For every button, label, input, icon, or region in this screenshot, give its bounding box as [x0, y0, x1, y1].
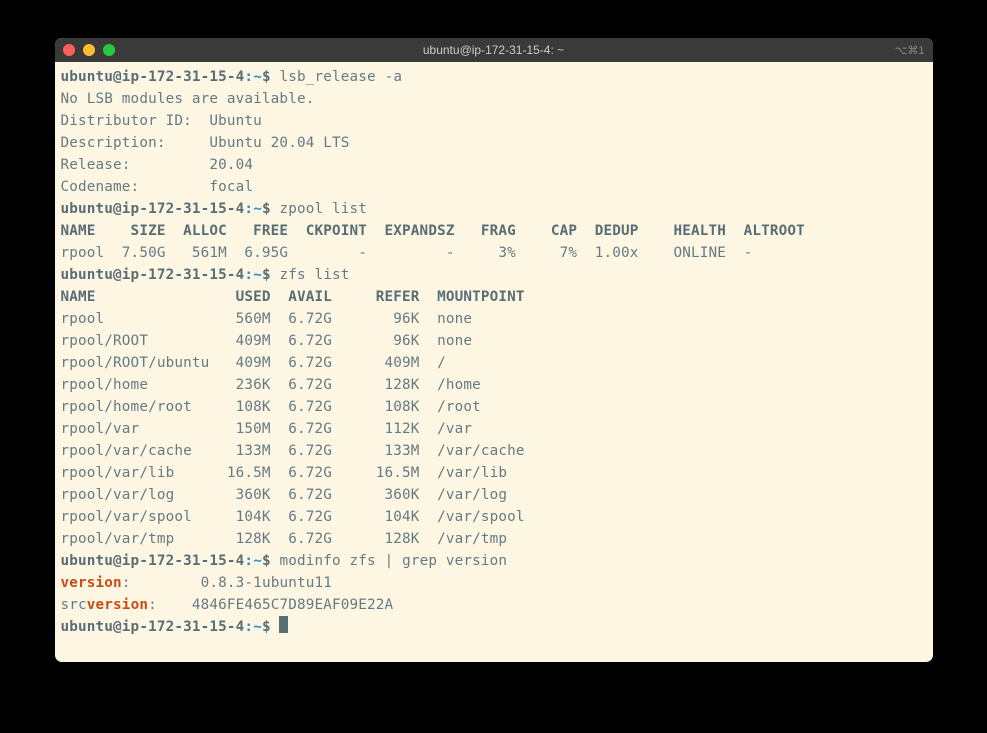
table-row: rpool/var/spool 104K 6.72G 104K /var/spo… [61, 506, 927, 528]
table-row: rpool 560M 6.72G 96K none [61, 308, 927, 330]
table-row: rpool/var/tmp 128K 6.72G 128K /var/tmp [61, 528, 927, 550]
terminal-window: ubuntu@ip-172-31-15-4: ~ ⌥⌘1 ubuntu@ip-1… [55, 38, 933, 662]
table-row: rpool/var/lib 16.5M 6.72G 16.5M /var/lib [61, 462, 927, 484]
window-title: ubuntu@ip-172-31-15-4: ~ [55, 43, 933, 57]
output-line: Distributor ID: Ubuntu [61, 110, 927, 132]
output-line: Codename: focal [61, 176, 927, 198]
table-row: rpool/ROOT 409M 6.72G 96K none [61, 330, 927, 352]
window-shortcut-hint: ⌥⌘1 [895, 44, 925, 57]
traffic-lights [63, 44, 115, 56]
output-line: Release: 20.04 [61, 154, 927, 176]
table-header: NAME USED AVAIL REFER MOUNTPOINT [61, 286, 927, 308]
command-text: lsb_release -a [279, 69, 402, 85]
output-line: Description: Ubuntu 20.04 LTS [61, 132, 927, 154]
prompt-line: ubuntu@ip-172-31-15-4:~$ modinfo zfs | g… [61, 550, 927, 572]
titlebar[interactable]: ubuntu@ip-172-31-15-4: ~ ⌥⌘1 [55, 38, 933, 62]
command-text: modinfo zfs | grep version [279, 553, 507, 569]
terminal-body[interactable]: ubuntu@ip-172-31-15-4:~$ lsb_release -aN… [55, 62, 933, 662]
prompt-line: ubuntu@ip-172-31-15-4:~$ zpool list [61, 198, 927, 220]
prompt-line: ubuntu@ip-172-31-15-4:~$ zfs list [61, 264, 927, 286]
table-row: rpool/var/cache 133M 6.72G 133M /var/cac… [61, 440, 927, 462]
command-text: zfs list [279, 267, 349, 283]
table-row: rpool/home 236K 6.72G 128K /home [61, 374, 927, 396]
table-row: rpool/var/log 360K 6.72G 360K /var/log [61, 484, 927, 506]
cursor-icon [279, 616, 288, 633]
table-row: rpool/ROOT/ubuntu 409M 6.72G 409M / [61, 352, 927, 374]
prompt-line: ubuntu@ip-172-31-15-4:~$ lsb_release -a [61, 66, 927, 88]
output-line: version: 0.8.3-1ubuntu11 [61, 572, 927, 594]
command-text: zpool list [279, 201, 367, 217]
close-icon[interactable] [63, 44, 75, 56]
table-row: rpool/home/root 108K 6.72G 108K /root [61, 396, 927, 418]
maximize-icon[interactable] [103, 44, 115, 56]
output-line: srcversion: 4846FE465C7D89EAF09E22A [61, 594, 927, 616]
minimize-icon[interactable] [83, 44, 95, 56]
table-row: rpool 7.50G 561M 6.95G - - 3% 7% 1.00x O… [61, 242, 927, 264]
output-line: No LSB modules are available. [61, 88, 927, 110]
table-row: rpool/var 150M 6.72G 112K /var [61, 418, 927, 440]
prompt-line: ubuntu@ip-172-31-15-4:~$ [61, 616, 927, 638]
table-header: NAME SIZE ALLOC FREE CKPOINT EXPANDSZ FR… [61, 220, 927, 242]
